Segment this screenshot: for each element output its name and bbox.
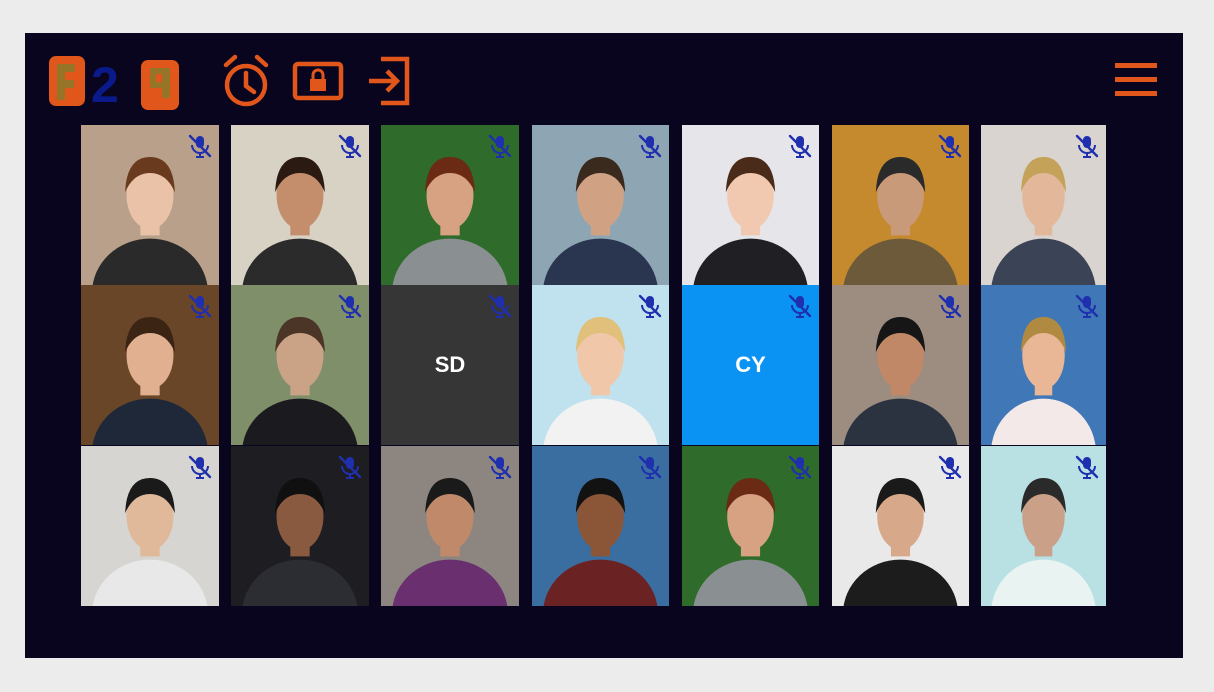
muted-mic-icon [488,134,512,158]
svg-text:2: 2 [91,57,119,112]
mute-indicator[interactable] [335,291,365,321]
muted-mic-icon [488,294,512,318]
muted-mic-icon [638,134,662,158]
f2f-logo-icon: 2 [49,56,179,112]
alarm-clock-button[interactable] [221,53,271,109]
mute-indicator[interactable] [485,291,515,321]
mute-indicator[interactable] [635,291,665,321]
participant-tile[interactable] [832,446,969,606]
participant-tile[interactable]: CY [682,285,819,445]
muted-mic-icon [188,294,212,318]
lock-screen-button[interactable] [291,53,345,109]
participant-tile[interactable] [981,446,1106,606]
participant-tile[interactable] [532,446,669,606]
muted-mic-icon [188,134,212,158]
exit-icon [369,56,410,106]
muted-mic-icon [338,134,362,158]
mute-indicator[interactable] [335,131,365,161]
mute-indicator[interactable] [785,291,815,321]
mute-indicator[interactable] [635,131,665,161]
exit-button[interactable] [363,53,413,109]
muted-mic-icon [488,455,512,479]
mute-indicator[interactable] [635,452,665,482]
muted-mic-icon [638,294,662,318]
lock-screen-icon [292,61,344,101]
alarm-clock-icon [223,54,269,107]
mute-indicator[interactable] [335,452,365,482]
hamburger-menu-icon [1115,63,1157,96]
mute-indicator[interactable] [785,131,815,161]
participant-tile[interactable] [532,285,669,445]
participant-tile[interactable] [381,446,519,606]
participant-tile[interactable] [682,125,819,285]
app-window: 2 SD CY [25,33,1183,658]
muted-mic-icon [938,134,962,158]
participant-tile[interactable] [532,125,669,285]
participant-tile[interactable] [682,446,819,606]
muted-mic-icon [938,294,962,318]
muted-mic-icon [638,455,662,479]
hamburger-menu-button[interactable] [1113,61,1159,99]
participant-tile[interactable] [81,446,219,606]
participant-tile[interactable] [231,285,369,445]
participant-tile[interactable] [381,125,519,285]
muted-mic-icon [338,294,362,318]
participant-tile[interactable] [81,125,219,285]
mute-indicator[interactable] [185,291,215,321]
mute-indicator[interactable] [935,291,965,321]
participant-tile[interactable]: SD [381,285,519,445]
app-logo: 2 [47,52,181,112]
mute-indicator[interactable] [485,131,515,161]
participant-tile[interactable] [981,125,1106,285]
participant-tile[interactable] [981,285,1106,445]
mute-indicator[interactable] [185,131,215,161]
participant-tile[interactable] [832,285,969,445]
participant-tile[interactable] [832,125,969,285]
muted-mic-icon [188,455,212,479]
muted-mic-icon [788,455,812,479]
mute-indicator[interactable] [935,452,965,482]
muted-mic-icon [788,294,812,318]
mute-indicator[interactable] [485,452,515,482]
muted-mic-icon [1075,294,1099,318]
participant-tile[interactable] [81,285,219,445]
muted-mic-icon [1075,134,1099,158]
mute-indicator[interactable] [185,452,215,482]
participant-tile[interactable] [231,125,369,285]
muted-mic-icon [1075,455,1099,479]
mute-indicator[interactable] [1072,452,1102,482]
muted-mic-icon [338,455,362,479]
participant-tile[interactable] [231,446,369,606]
mute-indicator[interactable] [935,131,965,161]
mute-indicator[interactable] [785,452,815,482]
mute-indicator[interactable] [1072,291,1102,321]
mute-indicator[interactable] [1072,131,1102,161]
muted-mic-icon [938,455,962,479]
muted-mic-icon [788,134,812,158]
